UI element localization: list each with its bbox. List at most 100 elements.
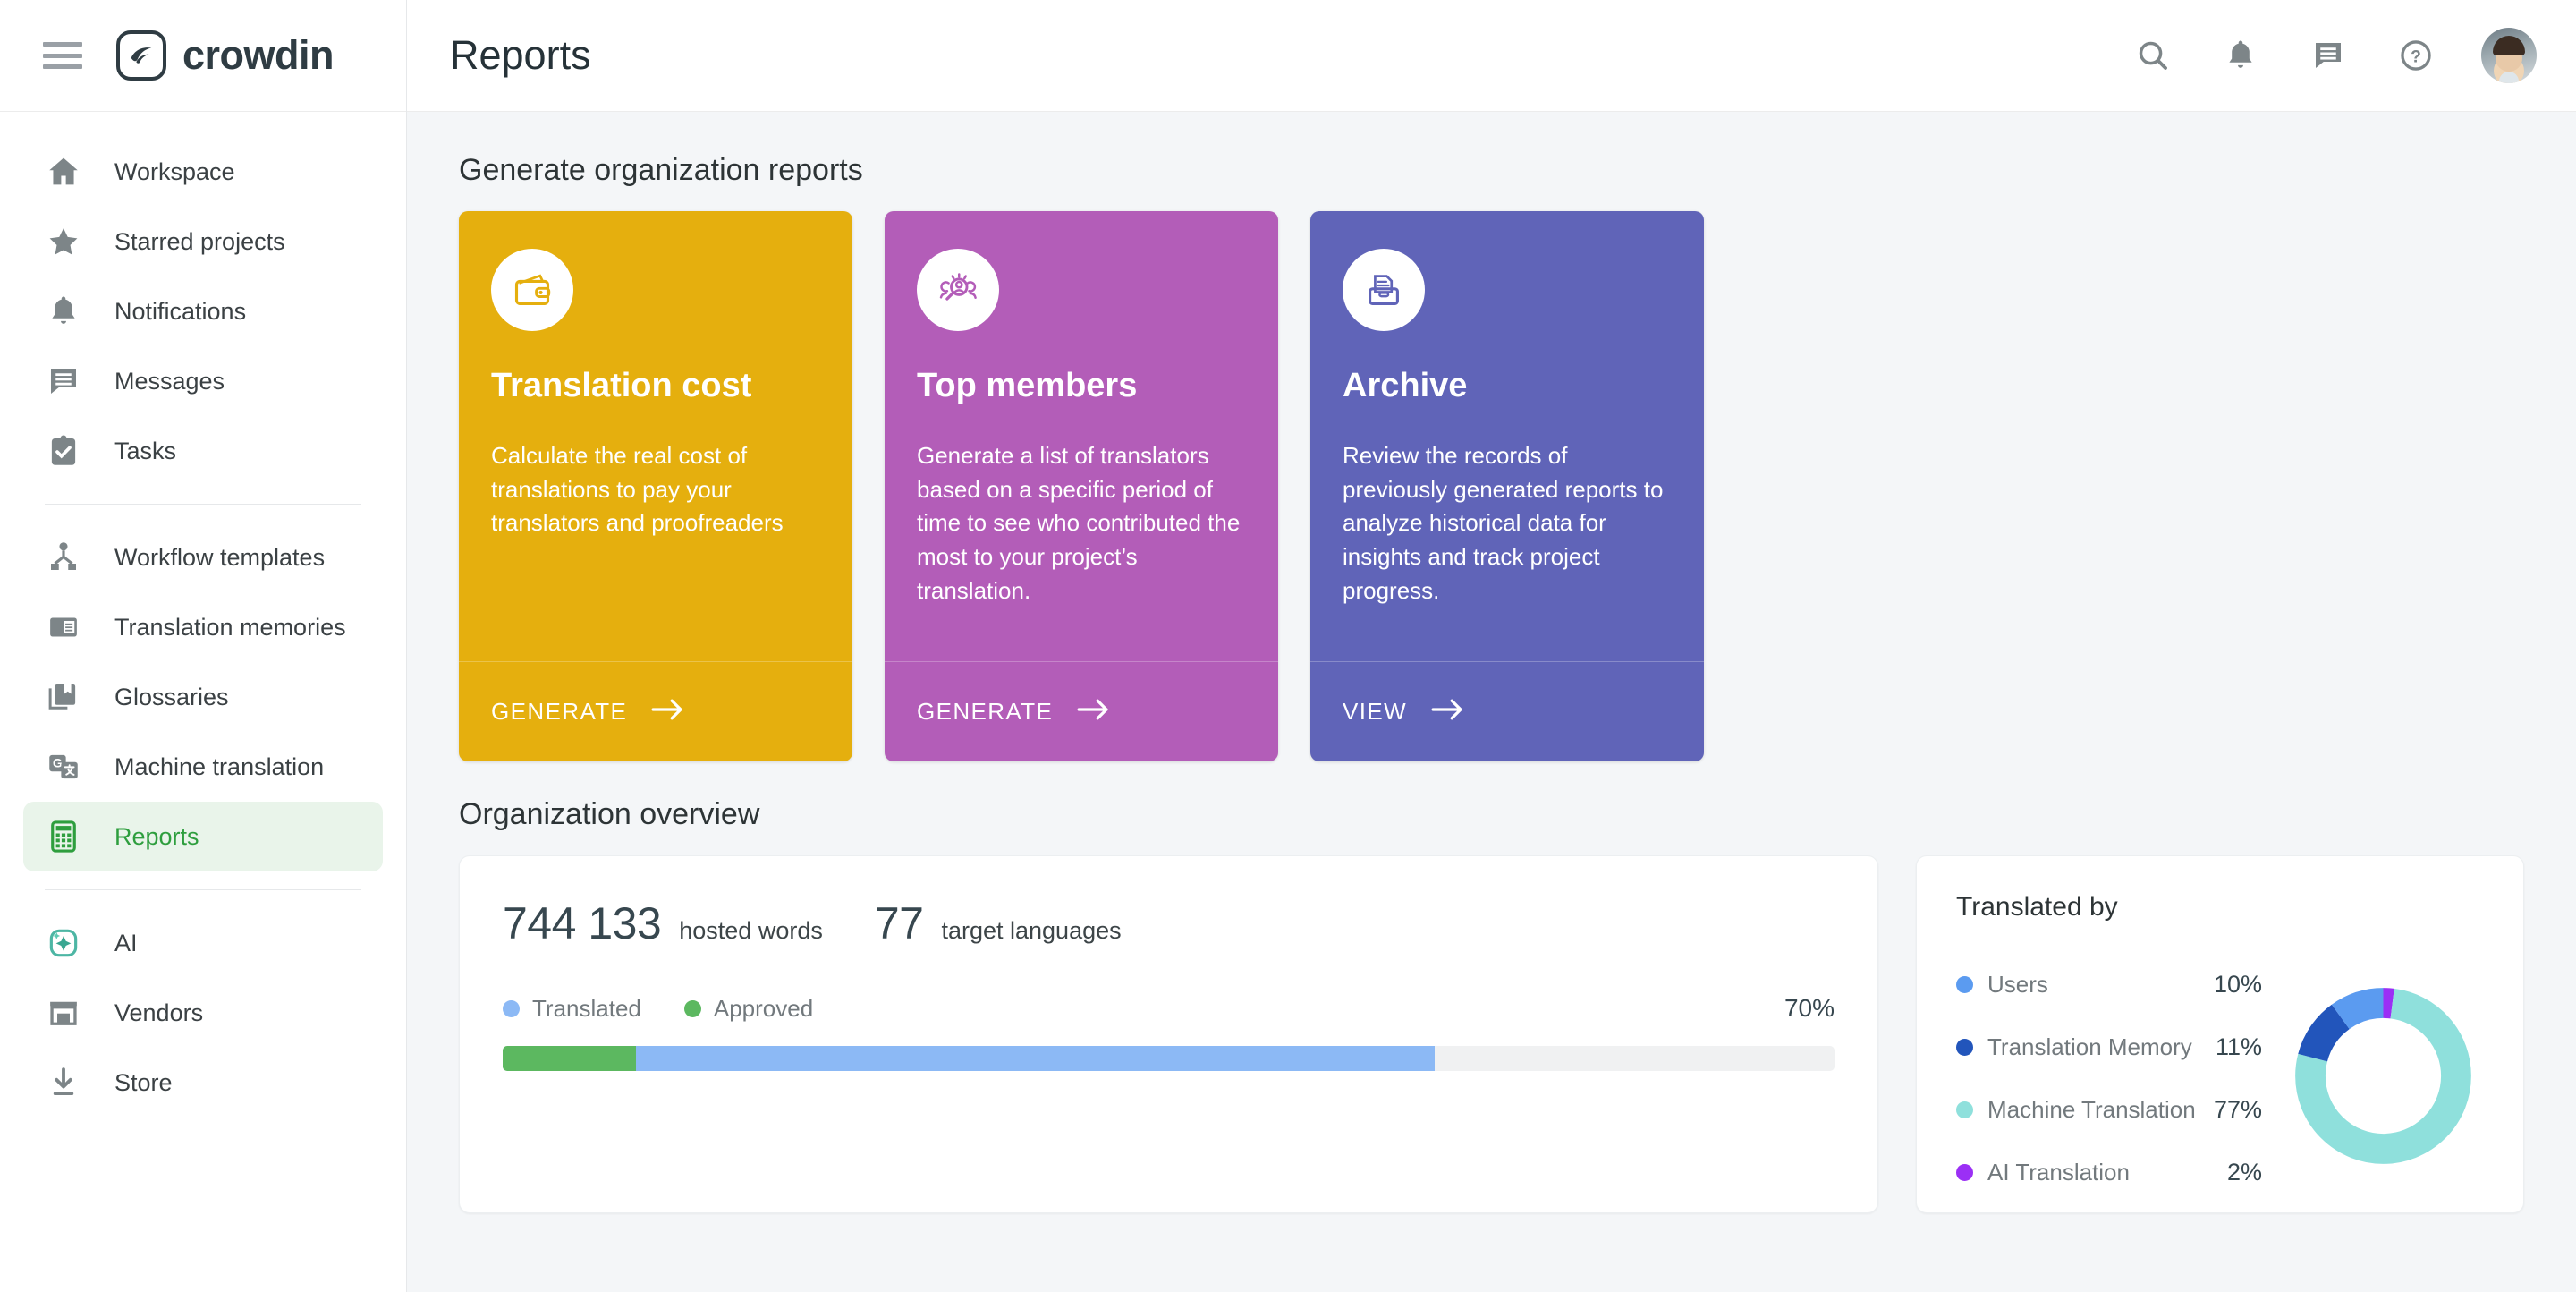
hosted-words-value: 744 133 <box>503 898 662 948</box>
brand-logo[interactable]: crowdin <box>116 30 335 81</box>
sidebar-item-label: AI <box>114 929 138 956</box>
main-area: Reports ? Generate organization reports <box>407 0 2576 1292</box>
svg-text:G: G <box>53 756 63 770</box>
sidebar-item-label: Vendors <box>114 999 204 1026</box>
target-languages-label: target languages <box>941 917 1122 944</box>
generate-button[interactable]: GENERATE <box>885 661 1278 761</box>
sidebar-item-store[interactable]: Store <box>23 1048 383 1118</box>
page-content: Generate organization reports Translatio… <box>407 112 2576 1292</box>
legend-row-ai-translation: AI Translation 2% <box>1956 1141 2278 1203</box>
sidebar-item-notifications[interactable]: Notifications <box>23 276 383 346</box>
generate-reports-heading: Generate organization reports <box>459 153 863 187</box>
legend-dot-translated <box>503 999 520 1017</box>
legend-dot-ai-translation <box>1956 1163 1973 1181</box>
sidebar-item-label: Workspace <box>114 157 235 185</box>
sidebar-divider <box>45 889 361 890</box>
glossary-book-icon <box>43 676 84 718</box>
sidebar-item-workflow-templates[interactable]: Workflow templates <box>23 523 383 592</box>
clipboard-check-icon <box>43 430 84 472</box>
sidebar-item-label: Glossaries <box>114 683 229 710</box>
sidebar-item-label: Store <box>114 1068 173 1096</box>
crowdin-logo-icon <box>116 30 166 81</box>
svg-text:?: ? <box>2411 48 2421 67</box>
sidebar-item-label: Workflow templates <box>114 543 326 571</box>
topbar-actions: ? <box>2131 28 2537 83</box>
card-cta-label: GENERATE <box>491 698 628 725</box>
card-title: Top members <box>917 367 1138 404</box>
download-icon <box>43 1062 84 1103</box>
card-cta-label: VIEW <box>1343 698 1408 725</box>
stats-row: 744 133 hosted words 77 target languages <box>503 897 1835 949</box>
sidebar-divider <box>45 504 361 505</box>
bell-icon <box>43 291 84 332</box>
card-body: Top members Generate a list of translato… <box>885 211 1278 661</box>
progress-percent-label: 70% <box>1784 994 1835 1022</box>
notifications-bell-icon[interactable] <box>2218 33 2263 78</box>
sidebar-item-translation-memories[interactable]: Translation memories <box>23 592 383 662</box>
report-card-top-members[interactable]: Top members Generate a list of translato… <box>885 211 1278 761</box>
card-description: Calculate the real cost of translations … <box>491 442 784 537</box>
organization-overview-section: Organization overview 744 133 hosted wor… <box>459 797 2524 1213</box>
sidebar-item-vendors[interactable]: Vendors <box>23 978 383 1048</box>
sidebar-item-label: Machine translation <box>114 752 325 780</box>
legend-row-translation-memory: Translation Memory 11% <box>1956 1016 2278 1078</box>
translated-by-title: Translated by <box>1956 892 2118 922</box>
progress-legend: Translated Approved 70% <box>503 994 1835 1023</box>
legend-row-machine-translation: Machine Translation 77% <box>1956 1078 2278 1141</box>
progress-bar <box>503 1046 1835 1071</box>
sidebar-item-workspace[interactable]: Workspace <box>23 137 383 207</box>
sidebar-item-label: Reports <box>114 822 199 850</box>
legend-label: Users <box>1987 970 2048 998</box>
translated-by-panel: Translated by Users 10% Translation Memo… <box>1916 855 2524 1213</box>
avatar[interactable] <box>2481 28 2537 83</box>
sidebar-item-glossaries[interactable]: Glossaries <box>23 662 383 732</box>
help-question-icon[interactable]: ? <box>2394 33 2438 78</box>
sidebar-item-label: Messages <box>114 367 225 395</box>
page-title: Reports <box>450 32 591 78</box>
sidebar-header: crowdin <box>0 0 406 112</box>
archive-box-icon <box>1343 249 1425 331</box>
legend-percent: 77% <box>2213 1095 2262 1123</box>
translated-by-body: Users 10% Translation Memory 11% Machine… <box>1956 953 2484 1203</box>
messages-icon[interactable] <box>2306 33 2351 78</box>
organization-overview-heading: Organization overview <box>459 797 760 831</box>
sidebar-item-starred-projects[interactable]: Starred projects <box>23 207 383 276</box>
home-icon <box>43 151 84 192</box>
overview-panels: 744 133 hosted words 77 target languages <box>459 855 2524 1213</box>
stat-hosted-words: 744 133 hosted words <box>503 897 823 949</box>
store-icon <box>43 992 84 1033</box>
generate-button[interactable]: GENERATE <box>459 661 852 761</box>
legend-label: Approved <box>713 994 814 1022</box>
star-icon <box>43 221 84 262</box>
target-languages-value: 77 <box>874 898 924 948</box>
legend-label: AI Translation <box>1987 1158 2130 1186</box>
legend-dot-translation-memory <box>1956 1038 1973 1056</box>
legend-label: Machine Translation <box>1987 1095 2196 1123</box>
legend-label: Translation Memory <box>1987 1033 2192 1060</box>
sidebar: crowdin Workspace Starred projects Notif… <box>0 0 407 1292</box>
sidebar-item-label: Tasks <box>114 437 177 464</box>
sidebar-item-reports[interactable]: Reports <box>23 802 383 871</box>
card-cta-label: GENERATE <box>917 698 1054 725</box>
sidebar-item-tasks[interactable]: Tasks <box>23 416 383 486</box>
arrow-right-icon <box>1076 697 1112 727</box>
app-root: crowdin Workspace Starred projects Notif… <box>0 0 2576 1292</box>
report-card-archive[interactable]: Archive Review the records of previously… <box>1310 211 1704 761</box>
progress-bar-translated <box>635 1046 1436 1071</box>
sidebar-item-label: Notifications <box>114 297 247 325</box>
hamburger-menu-icon[interactable] <box>43 42 82 69</box>
member-search-icon <box>917 249 999 331</box>
legend-dot-approved <box>683 999 701 1017</box>
wallet-icon <box>491 249 573 331</box>
legend-dot-users <box>1956 975 1973 993</box>
sidebar-item-messages[interactable]: Messages <box>23 346 383 416</box>
translated-by-donut-chart <box>2287 980 2484 1177</box>
card-title: Translation cost <box>491 367 752 404</box>
sidebar-item-ai[interactable]: AI <box>23 908 383 978</box>
view-button[interactable]: VIEW <box>1310 661 1704 761</box>
card-title: Archive <box>1343 367 1468 404</box>
search-icon[interactable] <box>2131 33 2175 78</box>
report-card-translation-cost[interactable]: Translation cost Calculate the real cost… <box>459 211 852 761</box>
legend-row-users: Users 10% <box>1956 953 2278 1016</box>
sidebar-item-machine-translation[interactable]: G Machine translation <box>23 732 383 802</box>
